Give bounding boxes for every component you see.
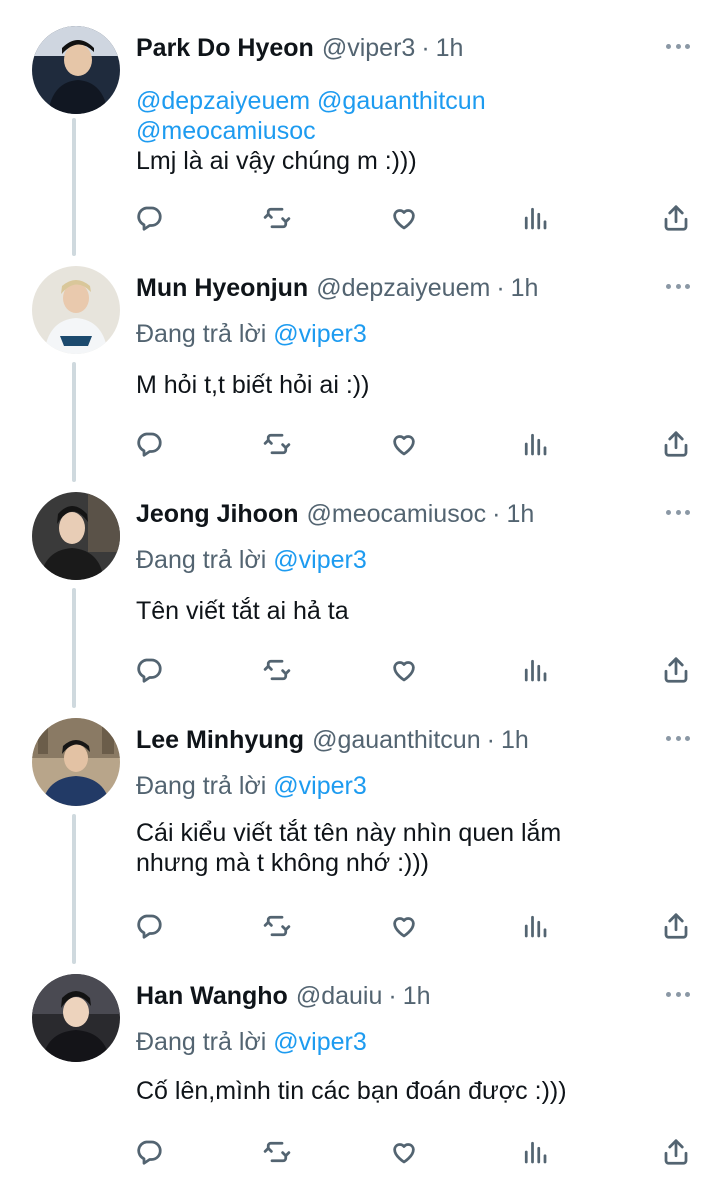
reply-icon[interactable] — [131, 652, 167, 688]
user-handle[interactable]: @meocamiusoc — [307, 500, 487, 529]
timestamp[interactable]: 1h — [511, 274, 539, 303]
reply-icon[interactable] — [131, 1134, 167, 1170]
replying-label: Đang trả lời — [136, 772, 267, 800]
avatar[interactable] — [32, 266, 120, 354]
avatar[interactable] — [32, 492, 120, 580]
display-name[interactable]: Mun Hyeonjun — [136, 274, 308, 303]
reply-icon[interactable] — [131, 908, 167, 944]
tweet-header: Han Wangho @dauiu · 1h — [136, 982, 431, 1014]
tweet-text: M hỏi t,t biết hỏi ai :)) — [136, 370, 369, 400]
timestamp[interactable]: 1h — [403, 982, 431, 1011]
reply-icon[interactable] — [131, 200, 167, 236]
tweet-actions — [0, 1134, 720, 1170]
tweet-body-line: Cái kiểu viết tắt tên này nhìn quen lắm — [136, 819, 562, 847]
views-icon[interactable] — [517, 908, 553, 944]
mention-link[interactable]: @viper3 — [273, 772, 366, 800]
replying-label: Đang trả lời — [136, 320, 267, 348]
retweet-icon[interactable] — [259, 908, 295, 944]
avatar[interactable] — [32, 974, 120, 1062]
replying-label: Đang trả lời — [136, 1028, 267, 1056]
more-icon[interactable] — [666, 726, 690, 750]
tweet-actions — [0, 908, 720, 944]
mention-link[interactable]: @gauanthitcun — [317, 87, 486, 115]
tweet-body: M hỏi t,t biết hỏi ai :)) — [136, 371, 370, 399]
heart-icon[interactable] — [386, 1134, 422, 1170]
tweet-body: Cố lên,mình tin các bạn đoán được :))) — [136, 1077, 567, 1105]
avatar[interactable] — [32, 26, 120, 114]
tweet-body: Tên viết tắt ai hả ta — [136, 597, 349, 625]
more-icon[interactable] — [666, 274, 690, 298]
retweet-icon[interactable] — [259, 652, 295, 688]
share-icon[interactable] — [658, 426, 694, 462]
display-name[interactable]: Park Do Hyeon — [136, 34, 314, 63]
views-icon[interactable] — [517, 200, 553, 236]
user-handle[interactable]: @viper3 — [322, 34, 415, 63]
mention-link[interactable]: @depzaiyeuem — [136, 87, 310, 115]
replying-to: Đang trả lời @viper3 — [136, 772, 367, 801]
separator-dot: · — [486, 726, 495, 754]
tweet[interactable]: Lee Minhyung @gauanthitcun · 1h Đang trả… — [0, 718, 720, 958]
separator-dot: · — [388, 982, 397, 1010]
replying-label: Đang trả lời — [136, 546, 267, 574]
tweet-body: Lmj là ai vậy chúng m :))) — [136, 147, 417, 175]
tweet-body-line: nhưng mà t không nhớ :))) — [136, 849, 429, 877]
share-icon[interactable] — [658, 200, 694, 236]
retweet-icon[interactable] — [259, 426, 295, 462]
separator-dot: · — [421, 34, 430, 62]
separator-dot: · — [496, 274, 505, 302]
tweet-header: Jeong Jihoon @meocamiusoc · 1h — [136, 500, 534, 532]
separator-dot: · — [492, 500, 501, 528]
replying-to: Đang trả lời @viper3 — [136, 546, 367, 575]
tweet-text: Cố lên,mình tin các bạn đoán được :))) — [136, 1076, 567, 1106]
more-icon[interactable] — [666, 500, 690, 524]
heart-icon[interactable] — [386, 200, 422, 236]
user-handle[interactable]: @dauiu — [296, 982, 383, 1011]
tweet-text: @depzaiyeuem @gauanthitcun @meocamiusoc … — [136, 86, 486, 176]
tweet-actions — [0, 426, 720, 462]
tweet-actions — [0, 200, 720, 236]
timestamp[interactable]: 1h — [506, 500, 534, 529]
tweet-header: Mun Hyeonjun @depzaiyeuem · 1h — [136, 274, 538, 306]
mention-link[interactable]: @meocamiusoc — [136, 117, 316, 145]
share-icon[interactable] — [658, 1134, 694, 1170]
tweet[interactable]: Han Wangho @dauiu · 1h Đang trả lời @vip… — [0, 974, 720, 1186]
tweet-text: Tên viết tắt ai hả ta — [136, 596, 349, 626]
display-name[interactable]: Lee Minhyung — [136, 726, 304, 755]
display-name[interactable]: Han Wangho — [136, 982, 288, 1011]
tweet[interactable]: Mun Hyeonjun @depzaiyeuem · 1h Đang trả … — [0, 266, 720, 478]
views-icon[interactable] — [517, 1134, 553, 1170]
tweet-actions — [0, 652, 720, 688]
mention-link[interactable]: @viper3 — [273, 1028, 366, 1056]
display-name[interactable]: Jeong Jihoon — [136, 500, 299, 529]
heart-icon[interactable] — [386, 652, 422, 688]
retweet-icon[interactable] — [259, 200, 295, 236]
replying-to: Đang trả lời @viper3 — [136, 1028, 367, 1057]
tweet-header: Park Do Hyeon @viper3 · 1h — [136, 34, 463, 66]
heart-icon[interactable] — [386, 426, 422, 462]
timestamp[interactable]: 1h — [501, 726, 529, 755]
mention-link[interactable]: @viper3 — [273, 320, 366, 348]
mention-link[interactable]: @viper3 — [273, 546, 366, 574]
tweet[interactable]: Jeong Jihoon @meocamiusoc · 1h Đang trả … — [0, 492, 720, 704]
share-icon[interactable] — [658, 652, 694, 688]
more-icon[interactable] — [666, 982, 690, 1006]
user-handle[interactable]: @depzaiyeuem — [316, 274, 490, 303]
user-handle[interactable]: @gauanthitcun — [312, 726, 481, 755]
tweet-text: Cái kiểu viết tắt tên này nhìn quen lắm … — [136, 818, 561, 878]
more-icon[interactable] — [666, 34, 690, 58]
tweet-header: Lee Minhyung @gauanthitcun · 1h — [136, 726, 529, 758]
views-icon[interactable] — [517, 426, 553, 462]
share-icon[interactable] — [658, 908, 694, 944]
tweet[interactable]: Park Do Hyeon @viper3 · 1h @depzaiyeuem … — [0, 26, 720, 246]
retweet-icon[interactable] — [259, 1134, 295, 1170]
views-icon[interactable] — [517, 652, 553, 688]
heart-icon[interactable] — [386, 908, 422, 944]
avatar[interactable] — [32, 718, 120, 806]
replying-to: Đang trả lời @viper3 — [136, 320, 367, 349]
reply-icon[interactable] — [131, 426, 167, 462]
timestamp[interactable]: 1h — [436, 34, 464, 63]
